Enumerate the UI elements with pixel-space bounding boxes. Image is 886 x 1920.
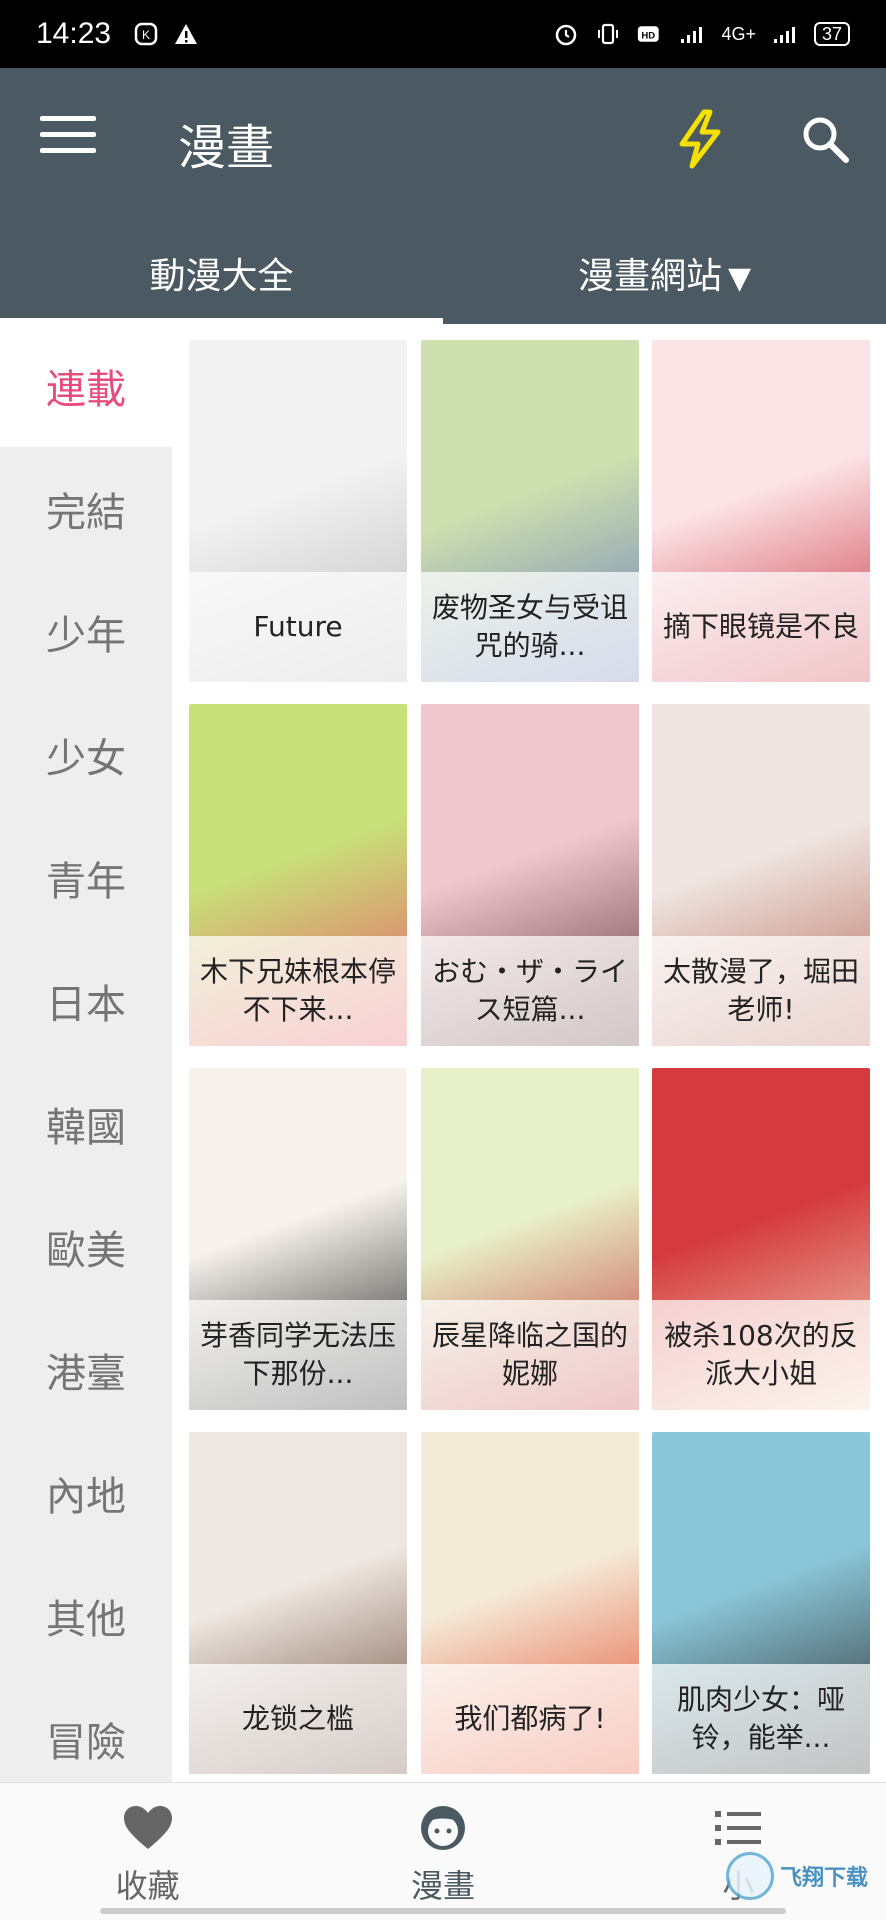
comic-card[interactable]: 芽香同学无法压下那份... [189, 1068, 407, 1410]
tab-label: 漫畫網站 [577, 256, 722, 297]
nav-label: 收藏 [115, 1867, 180, 1905]
nav-favorites[interactable]: 收藏 [0, 1783, 295, 1920]
sidebar-item-serializing[interactable]: 連載 [0, 324, 172, 447]
signal-icon-2 [773, 27, 795, 43]
category-sidebar[interactable]: 連載 完結 少年 少女 青年 日本 韓國 歐美 港臺 內地 其他 冒險 [0, 324, 172, 1782]
app-screen: 14:23 K HD 4G+ 37 漫畫 動漫大全 漫畫網站 ▼ 連載 完結 少… [0, 0, 886, 1920]
comic-title: 芽香同学无法压下那份... [189, 1300, 407, 1410]
comic-card[interactable]: 肌肉少女：哑铃，能举... [652, 1432, 870, 1774]
comic-card[interactable]: 废物圣女与受诅咒的骑... [421, 340, 639, 682]
sidebar-item-completed[interactable]: 完結 [0, 447, 172, 570]
comic-title: 肌肉少女：哑铃，能举... [652, 1664, 870, 1774]
search-icon[interactable] [800, 114, 850, 164]
sidebar-item-adventure[interactable]: 冒險 [0, 1677, 172, 1782]
network-type: 4G+ [721, 23, 756, 44]
tab-label: 動漫大全 [149, 256, 294, 297]
comic-card[interactable]: 太散漫了，堀田老师! [652, 704, 870, 1046]
hamburger-line [40, 116, 96, 121]
comic-card[interactable]: 我们都病了! [421, 1432, 639, 1774]
comic-card[interactable]: Future [189, 340, 407, 682]
sidebar-item-japan[interactable]: 日本 [0, 939, 172, 1062]
comic-title: Future [189, 572, 407, 682]
comic-title: 被杀108次的反派大小姐 [652, 1300, 870, 1410]
comic-title: 辰星降临之国的妮娜 [421, 1300, 639, 1410]
sidebar-item-hk-tw[interactable]: 港臺 [0, 1308, 172, 1431]
top-tabs: 動漫大全 漫畫網站 ▼ [0, 230, 886, 324]
signal-icon [681, 27, 703, 43]
nav-manga[interactable]: 漫畫 [295, 1783, 590, 1920]
tab-anime-all[interactable]: 動漫大全 [0, 230, 443, 324]
comic-card[interactable]: 被杀108次的反派大小姐 [652, 1068, 870, 1410]
status-bar: 14:23 K HD 4G+ 37 [0, 0, 886, 68]
sidebar-item-western[interactable]: 歐美 [0, 1185, 172, 1308]
sidebar-item-shonen[interactable]: 少年 [0, 570, 172, 693]
watermark-text: 飞翔下载 [780, 1866, 869, 1891]
battery-indicator: 37 [813, 22, 850, 46]
watermark-logo: 飞翔下载 [726, 1846, 876, 1906]
comic-title: 废物圣女与受诅咒的骑... [421, 572, 639, 682]
gesture-bar [100, 1908, 786, 1914]
comic-grid[interactable]: Future 废物圣女与受诅咒的骑... 摘下眼镜是不良 木下兄妹根本停不下来.… [172, 324, 886, 1782]
comic-card[interactable]: おむ・ザ・ライス短篇... [421, 704, 639, 1046]
hamburger-line [40, 148, 96, 153]
comic-card[interactable]: 龙锁之槛 [189, 1432, 407, 1774]
comic-title: 我们都病了! [421, 1664, 639, 1774]
lightning-icon[interactable] [672, 108, 728, 170]
sidebar-item-korea[interactable]: 韓國 [0, 1062, 172, 1185]
comic-title: 龙锁之槛 [189, 1664, 407, 1774]
comic-title: 摘下眼镜是不良 [652, 572, 870, 682]
status-time: 14:23 [36, 17, 112, 50]
sidebar-item-mainland[interactable]: 內地 [0, 1431, 172, 1554]
tab-manga-sites[interactable]: 漫畫網站 ▼ [443, 230, 886, 324]
comic-card[interactable]: 摘下眼镜是不良 [652, 340, 870, 682]
nav-label: 漫畫 [410, 1867, 475, 1905]
comic-card[interactable]: 辰星降临之国的妮娜 [421, 1068, 639, 1410]
hd-icon: HD [638, 26, 660, 42]
heart-icon [123, 1806, 172, 1849]
alarm-icon [556, 24, 577, 46]
svg-text:HD: HD [642, 30, 656, 41]
sidebar-item-shojo[interactable]: 少女 [0, 693, 172, 816]
app-bar: 漫畫 動漫大全 漫畫網站 ▼ [0, 68, 886, 324]
svg-text:K: K [142, 28, 150, 42]
bottom-navigation: 收藏 漫畫 小 飞翔下载 [0, 1782, 886, 1920]
comic-title: 太散漫了，堀田老师! [652, 936, 870, 1046]
watermark-circle-icon [726, 1852, 774, 1900]
page-title: 漫畫 [178, 120, 275, 176]
warning-icon [175, 24, 198, 44]
app-notification-icon: K [134, 22, 158, 46]
face-icon [420, 1806, 465, 1850]
hamburger-line [40, 132, 96, 137]
vibrate-icon [598, 23, 619, 45]
sidebar-item-other[interactable]: 其他 [0, 1554, 172, 1677]
menu-button[interactable] [40, 116, 96, 160]
sidebar-item-seinen[interactable]: 青年 [0, 816, 172, 939]
comic-card[interactable]: 木下兄妹根本停不下来... [189, 704, 407, 1046]
comic-title: おむ・ザ・ライス短篇... [421, 936, 639, 1046]
comic-title: 木下兄妹根本停不下来... [189, 936, 407, 1046]
dropdown-caret-icon: ▼ [727, 261, 752, 296]
